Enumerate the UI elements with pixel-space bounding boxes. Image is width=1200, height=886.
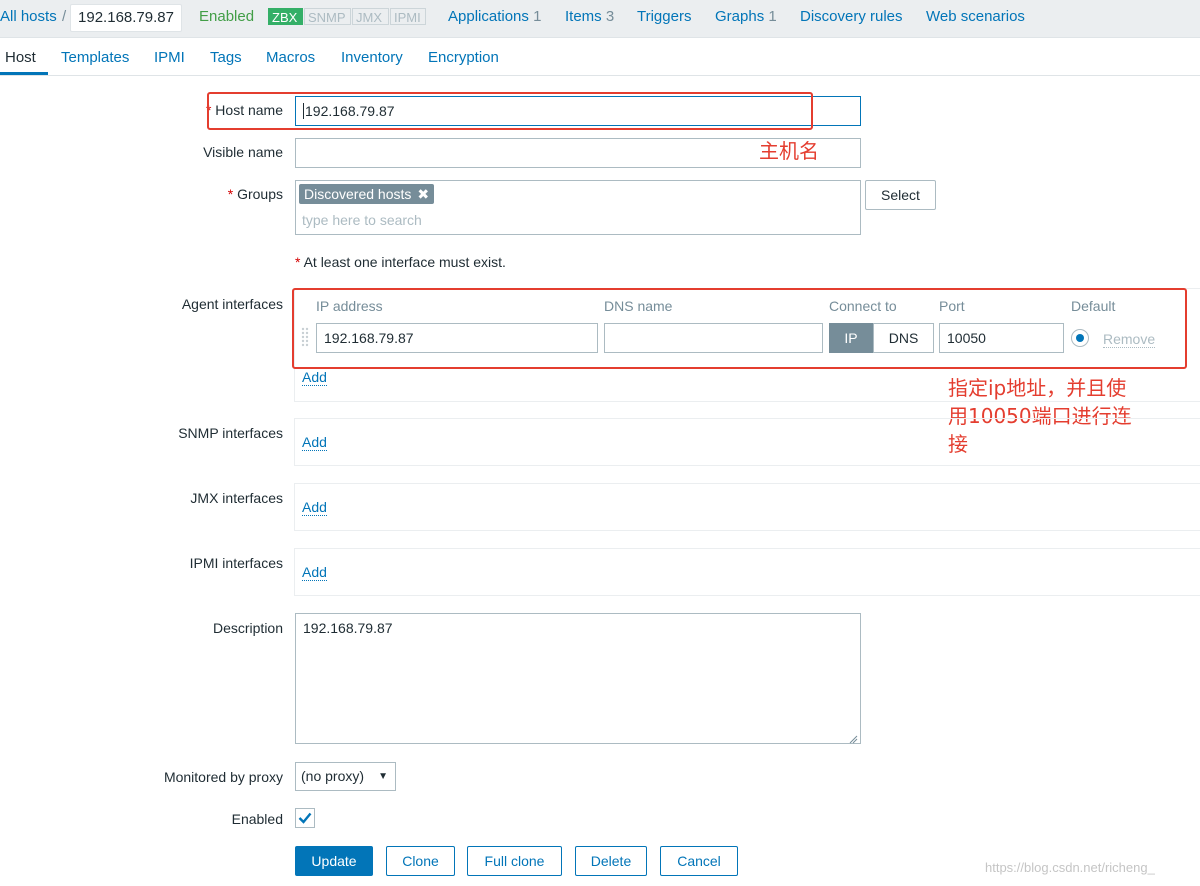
- add-agent-interface-link[interactable]: Add: [302, 369, 327, 386]
- snmp-interfaces-panel: [294, 418, 1200, 466]
- jmx-interfaces-panel: [294, 483, 1200, 531]
- chevron-down-icon: ▼: [378, 771, 388, 782]
- checkmark-icon: [298, 812, 312, 824]
- interface-required-note: * At least one interface must exist.: [295, 254, 506, 270]
- group-tag-label: Discovered hosts: [304, 186, 412, 202]
- nav-web-scenarios[interactable]: Web scenarios: [926, 8, 1025, 25]
- nav-applications[interactable]: Applications 1: [448, 8, 541, 25]
- annotation-host-name-text: 主机名: [759, 139, 819, 163]
- tab-macros[interactable]: Macros: [266, 49, 315, 66]
- tab-templates[interactable]: Templates: [61, 49, 129, 66]
- snmp-availability-badge: SNMP: [304, 8, 351, 25]
- jmx-availability-badge: JMX: [352, 8, 389, 25]
- annotation-interface-box: [292, 288, 1187, 369]
- agent-interfaces-label: Agent interfaces: [181, 296, 283, 312]
- add-snmp-interface-link[interactable]: Add: [302, 434, 327, 451]
- description-textarea[interactable]: 192.168.79.87: [295, 613, 861, 744]
- visible-name-label: Visible name: [203, 144, 283, 160]
- textarea-resize-handle-icon[interactable]: [848, 731, 858, 744]
- description-label: Description: [212, 620, 283, 636]
- nav-graphs[interactable]: Graphs 1: [715, 8, 777, 25]
- jmx-interfaces-label: JMX interfaces: [190, 490, 283, 506]
- update-button[interactable]: Update: [295, 846, 373, 876]
- breadcrumb-all-hosts-link[interactable]: All hosts: [0, 8, 57, 25]
- ipmi-availability-badge: IPMI: [390, 8, 426, 25]
- proxy-select-value: (no proxy): [301, 768, 365, 784]
- remove-group-icon[interactable]: ✖: [417, 186, 429, 202]
- nav-graphs-count: 1: [768, 8, 777, 25]
- monitored-by-proxy-label: Monitored by proxy: [163, 769, 283, 785]
- full-clone-button[interactable]: Full clone: [467, 846, 562, 876]
- add-jmx-interface-link[interactable]: Add: [302, 499, 327, 516]
- cancel-button[interactable]: Cancel: [660, 846, 738, 876]
- nav-applications-count: 1: [533, 8, 542, 25]
- nav-items-label: Items: [565, 8, 602, 25]
- groups-select-button[interactable]: Select: [865, 180, 936, 210]
- enabled-checkbox[interactable]: [295, 808, 315, 828]
- nav-triggers[interactable]: Triggers: [637, 8, 691, 25]
- host-status-enabled[interactable]: Enabled: [199, 8, 254, 25]
- zbx-availability-badge: ZBX: [268, 8, 303, 25]
- annotation-host-name-box: [207, 92, 813, 130]
- tabs-divider: [0, 75, 1200, 76]
- nav-applications-label: Applications: [448, 8, 529, 25]
- groups-label-text: Groups: [237, 186, 283, 202]
- watermark-text: https://blog.csdn.net/richeng_: [985, 860, 1155, 875]
- breadcrumb-current-host: 192.168.79.87: [70, 4, 182, 32]
- delete-button[interactable]: Delete: [575, 846, 647, 876]
- nav-graphs-label: Graphs: [715, 8, 765, 25]
- required-marker: *: [295, 254, 301, 270]
- tab-encryption[interactable]: Encryption: [428, 49, 499, 66]
- ipmi-interfaces-label: IPMI interfaces: [189, 555, 283, 571]
- groups-search-placeholder[interactable]: type here to search: [302, 212, 422, 228]
- ipmi-interfaces-panel: [294, 548, 1200, 596]
- tab-host[interactable]: Host: [5, 49, 36, 66]
- tab-ipmi[interactable]: IPMI: [154, 49, 185, 66]
- proxy-select[interactable]: (no proxy) ▼: [295, 762, 396, 791]
- groups-label: * Groups: [0, 186, 283, 202]
- enabled-label: Enabled: [231, 811, 283, 827]
- nav-items[interactable]: Items 3: [565, 8, 614, 25]
- clone-button[interactable]: Clone: [386, 846, 455, 876]
- snmp-interfaces-label: SNMP interfaces: [178, 425, 283, 441]
- group-tag-discovered-hosts: Discovered hosts ✖: [299, 184, 435, 204]
- required-marker: *: [227, 186, 234, 202]
- tab-inventory[interactable]: Inventory: [341, 49, 403, 66]
- nav-discovery-rules[interactable]: Discovery rules: [800, 8, 903, 25]
- nav-items-count: 3: [605, 8, 615, 25]
- annotation-interface-line: 指定ip地址，并且使: [948, 376, 1127, 400]
- add-ipmi-interface-link[interactable]: Add: [302, 564, 327, 581]
- interface-required-note-text: At least one interface must exist.: [303, 254, 506, 270]
- tab-tags[interactable]: Tags: [210, 49, 242, 66]
- breadcrumb-separator: /: [62, 8, 67, 25]
